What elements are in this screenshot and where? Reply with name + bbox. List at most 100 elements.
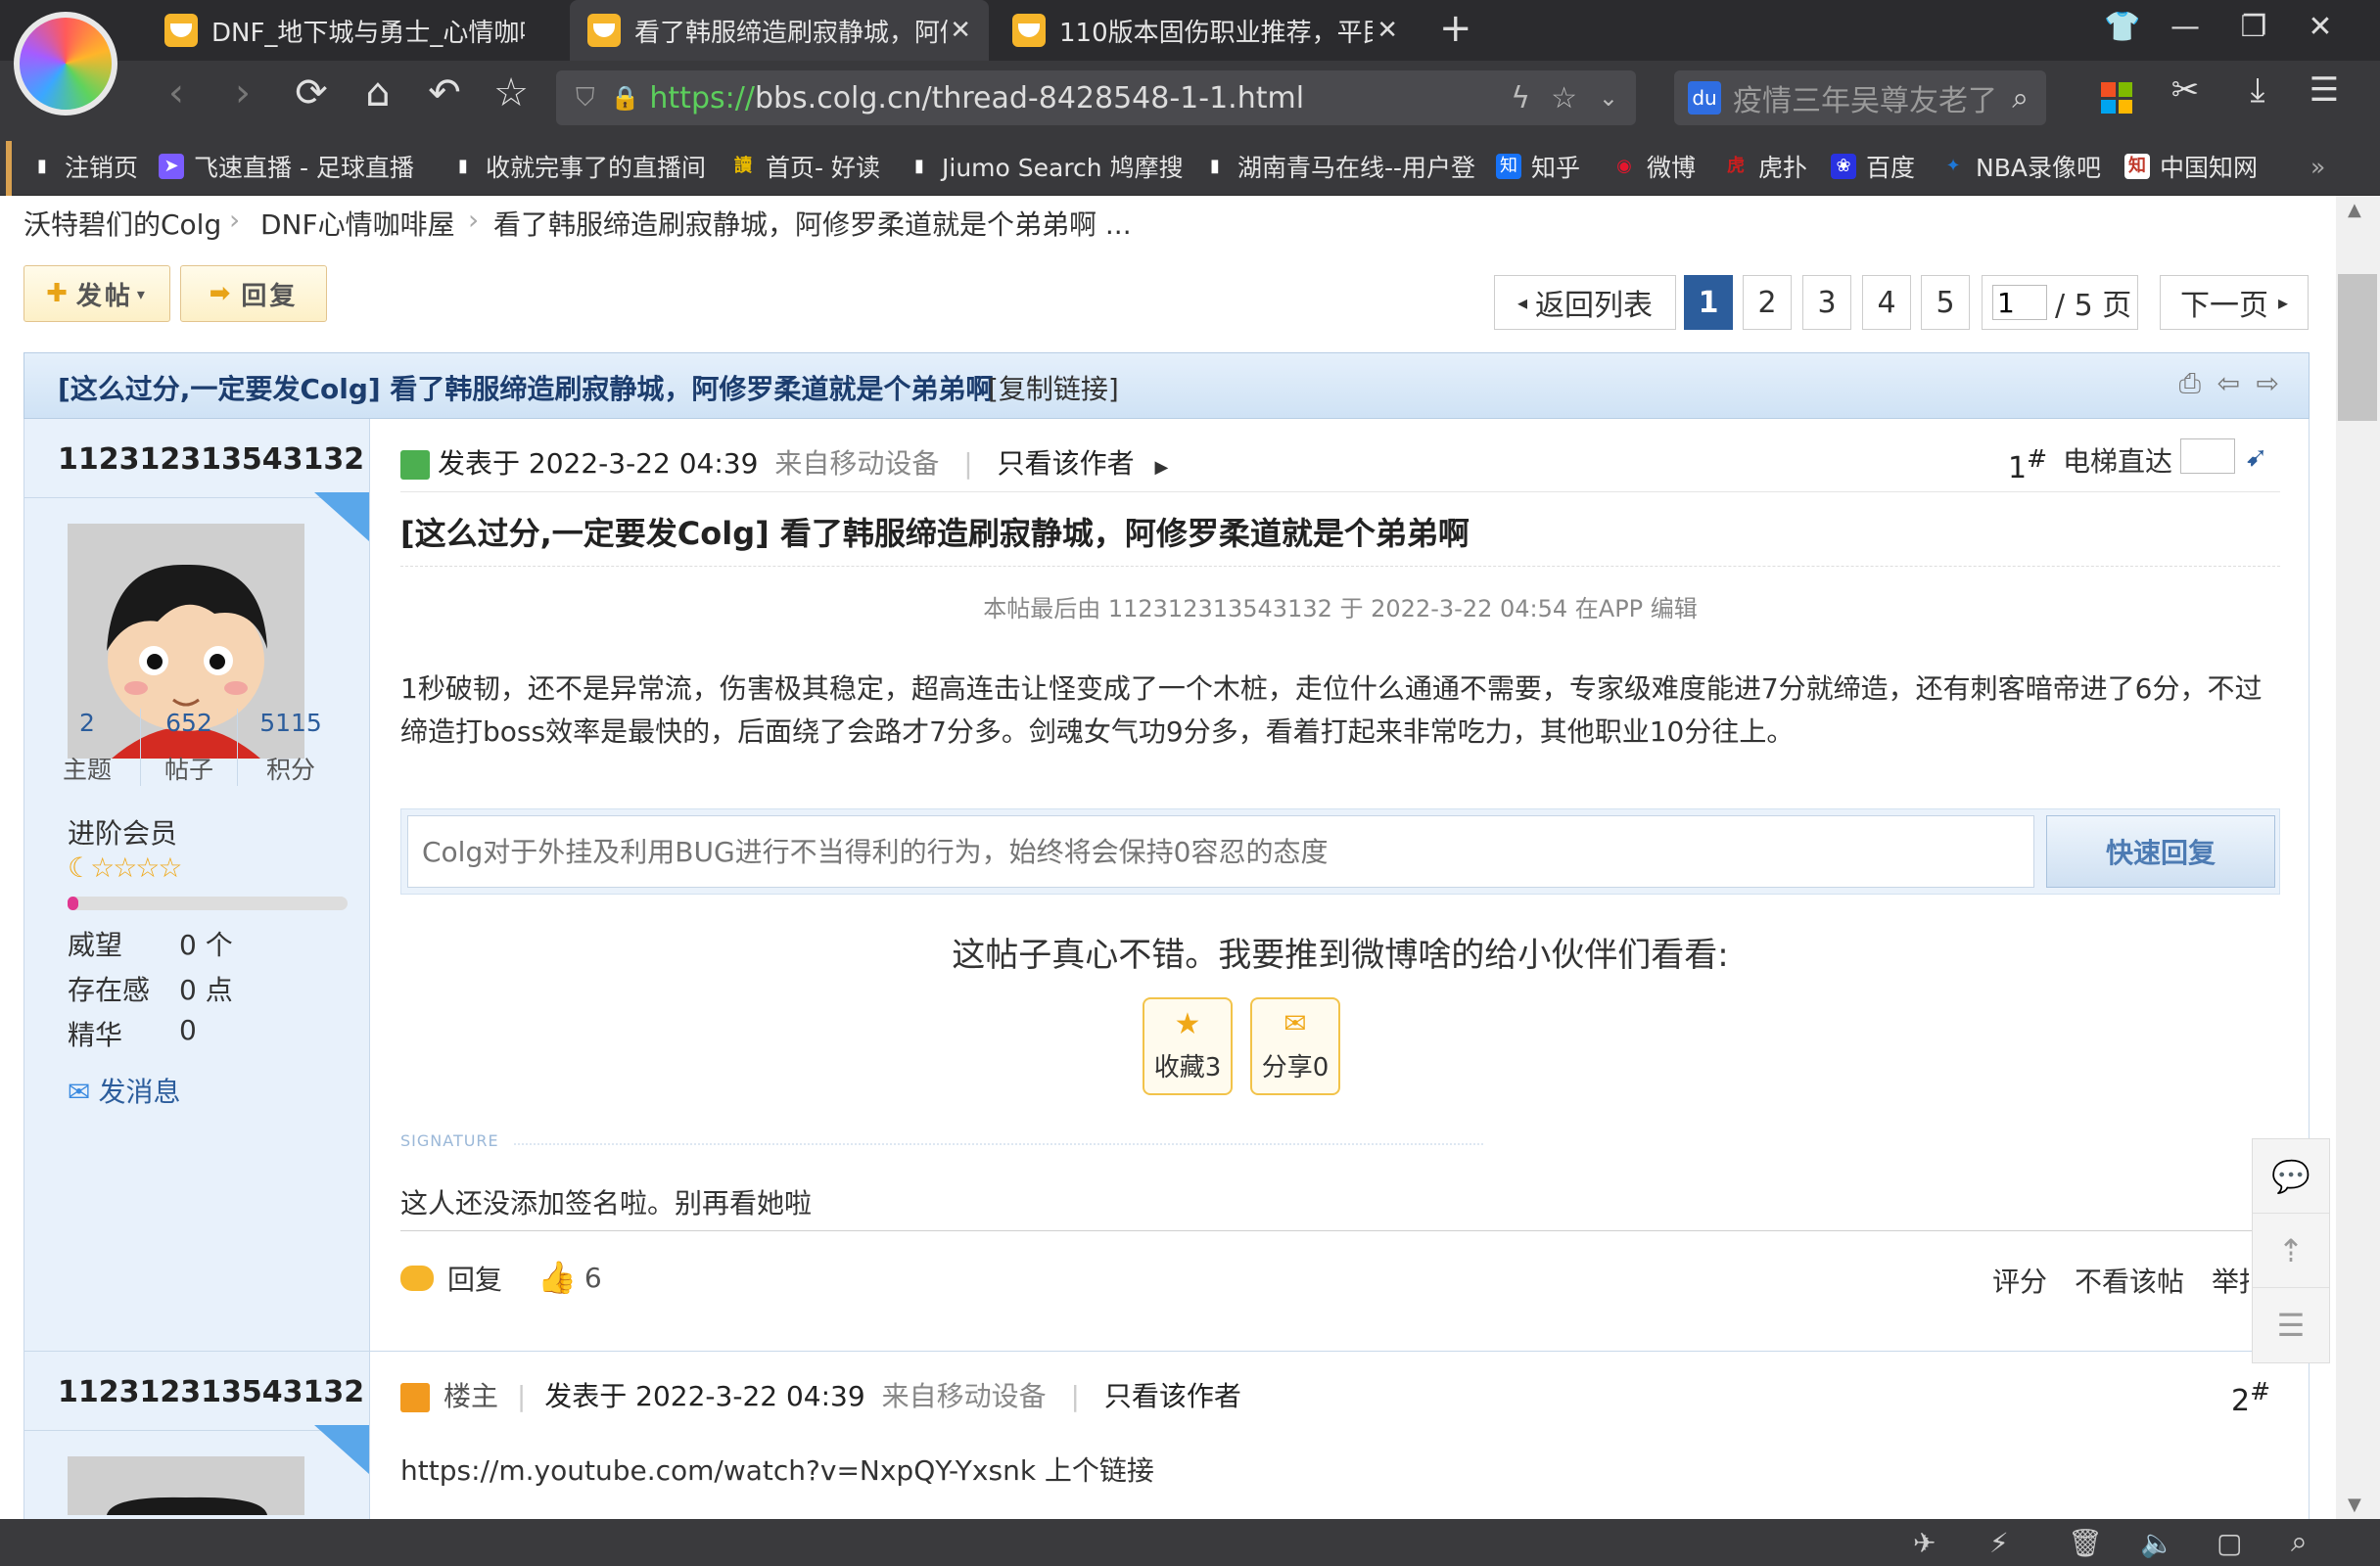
- author-username[interactable]: 112312313543132: [58, 1375, 364, 1409]
- close-tab-icon[interactable]: ✕: [950, 16, 971, 45]
- field-value: 0 个: [179, 929, 233, 961]
- page-5-button[interactable]: 5: [1921, 275, 1970, 330]
- speedup-icon[interactable]: ⚡: [1989, 1527, 2009, 1559]
- skin-icon[interactable]: 👕: [2101, 10, 2144, 44]
- tab-current-thread[interactable]: 看了韩服缔造刷寂静城，阿修罗 ✕: [570, 0, 989, 61]
- bookmark-item[interactable]: 知知乎: [1496, 145, 1580, 188]
- next-thread-icon[interactable]: ⇨: [2257, 367, 2279, 399]
- next-page-button[interactable]: 下一页 ▸: [2160, 275, 2309, 330]
- print-icon[interactable]: ⎙: [2179, 367, 2201, 400]
- page-4-button[interactable]: 4: [1862, 275, 1911, 330]
- volume-icon[interactable]: 🔈: [2140, 1527, 2174, 1559]
- bookmark-item[interactable]: 讀首页- 好读: [730, 145, 880, 188]
- tab-title: DNF_地下城与勇士_心情咖啡屋: [211, 18, 525, 48]
- new-tab-button[interactable]: +: [1439, 6, 1472, 51]
- quick-reply-button[interactable]: 快速回复: [2046, 815, 2275, 888]
- hide-post-link[interactable]: 不看该帖: [2075, 1261, 2184, 1300]
- floor-number[interactable]: 2#: [2231, 1377, 2270, 1418]
- bookmark-item[interactable]: ➤ 飞速直播 - 足球直播: [159, 145, 414, 188]
- prev-thread-icon[interactable]: ⇦: [2217, 367, 2240, 399]
- copy-link[interactable]: [复制链接]: [988, 368, 1119, 407]
- breadcrumb-forum[interactable]: DNF心情咖啡屋: [260, 204, 455, 243]
- zhihu-icon: 知: [1496, 154, 1521, 179]
- page-1-button[interactable]: 1: [1684, 275, 1733, 330]
- avatar[interactable]: [68, 1456, 304, 1515]
- address-bar[interactable]: ⛉ 🔒 https:// bbs.colg.cn/thread-8428548-…: [556, 70, 1636, 125]
- close-tab-icon[interactable]: ✕: [1377, 16, 1398, 45]
- list-icon[interactable]: ☰: [2253, 1288, 2329, 1362]
- back-icon[interactable]: ‹: [151, 70, 202, 115]
- stat-posts[interactable]: 652 帖子: [140, 709, 238, 786]
- scroll-up-icon[interactable]: ▲: [2348, 200, 2361, 220]
- window-icon[interactable]: ▢: [2217, 1527, 2242, 1559]
- apps-grid-icon[interactable]: [2101, 82, 2132, 114]
- bookmark-item[interactable]: 知中国知网: [2124, 145, 2258, 188]
- menu-icon[interactable]: ☰: [2299, 70, 2350, 110]
- bookmark-item[interactable]: ◉ 微博: [1611, 145, 1696, 188]
- minimize-icon[interactable]: —: [2164, 10, 2207, 44]
- stat-threads[interactable]: 2 主题: [38, 709, 136, 786]
- author-username[interactable]: 112312313543132: [58, 442, 364, 477]
- home-icon[interactable]: ⌂: [352, 70, 403, 115]
- arrow-right-icon: ➡: [209, 279, 234, 308]
- back-to-top-icon[interactable]: ⇡: [2253, 1214, 2329, 1288]
- report-link[interactable]: 举报: [2212, 1261, 2249, 1300]
- comment-bubble-icon[interactable]: 💬: [2253, 1139, 2329, 1214]
- bookmark-item[interactable]: ▮ Jiumo Search 鸠摩搜: [907, 145, 1184, 188]
- quick-reply-area: 快速回复: [400, 808, 2280, 895]
- bookmarks-more[interactable]: »: [2310, 145, 2325, 188]
- zoom-search-icon[interactable]: ⌕: [2291, 1525, 2308, 1559]
- breadcrumb-colg[interactable]: 沃特碧们的Colg: [23, 204, 221, 243]
- favorite-star-icon[interactable]: ☆: [1551, 81, 1577, 115]
- bookmark-item[interactable]: ▮ 收就完事了的直播间: [450, 145, 706, 188]
- chevron-down-icon[interactable]: ⌄: [1599, 84, 1618, 112]
- reload-icon[interactable]: ⟳: [286, 70, 337, 115]
- search-icon[interactable]: ⌕: [2012, 81, 2029, 115]
- member-rank[interactable]: 进阶会员: [68, 812, 177, 852]
- close-window-icon[interactable]: ✕: [2299, 10, 2342, 44]
- reply-action[interactable]: 回复: [400, 1259, 502, 1298]
- trash-icon[interactable]: 🗑: [2068, 1527, 2103, 1559]
- undo-close-icon[interactable]: ↶: [419, 70, 470, 115]
- bookmark-item[interactable]: ✦ NBA录像吧: [1940, 145, 2101, 188]
- screenshot-scissors-icon[interactable]: ✂: [2160, 70, 2211, 110]
- scroll-down-icon[interactable]: ▼: [2348, 1495, 2361, 1515]
- page-3-button[interactable]: 3: [1802, 275, 1851, 330]
- bookmark-item[interactable]: ▮ 湖南青马在线--用户登: [1202, 145, 1475, 188]
- favorite-button[interactable]: ★ 收藏3: [1143, 997, 1233, 1095]
- tab-dnf-cafe[interactable]: DNF_地下城与勇士_心情咖啡屋: [147, 0, 563, 61]
- book-icon: 讀: [734, 156, 752, 176]
- bookmark-item[interactable]: ❀ 百度: [1831, 145, 1915, 188]
- page-jump: / 5 页: [1982, 275, 2138, 330]
- elevator-input[interactable]: [2180, 438, 2235, 474]
- bookmark-star-icon[interactable]: ☆: [486, 70, 537, 115]
- floor-number[interactable]: 1#: [2008, 444, 2047, 485]
- search-box[interactable]: du 疫情三年吴尊友老了 ⌕: [1674, 70, 2046, 125]
- only-author-link[interactable]: 只看该作者: [1104, 1380, 1241, 1412]
- like-action[interactable]: 👍 6: [537, 1259, 602, 1296]
- new-post-button[interactable]: ✚ 发帖 ▾: [23, 265, 170, 322]
- page-jump-input[interactable]: [1992, 285, 2047, 320]
- elevator-go-icon[interactable]: ➹: [2245, 440, 2267, 473]
- lightning-icon[interactable]: ϟ: [1511, 81, 1530, 115]
- quick-reply-input[interactable]: [407, 815, 2034, 888]
- search-input[interactable]: 疫情三年吴尊友老了: [1733, 76, 1997, 119]
- scrollbar-thumb[interactable]: [2338, 274, 2377, 421]
- forward-icon[interactable]: ›: [217, 70, 268, 115]
- restore-icon[interactable]: ❐: [2232, 10, 2275, 44]
- stat-points[interactable]: 5115 积分: [242, 709, 340, 786]
- bookmark-item[interactable]: ▮ 注销页: [29, 145, 138, 188]
- tab-110-version[interactable]: 110版本固伤职业推荐，平民玩家 ✕: [995, 0, 1416, 61]
- browser-logo-icon[interactable]: [14, 12, 117, 115]
- back-to-list-button[interactable]: ◂ 返回列表: [1494, 275, 1676, 330]
- only-author-link[interactable]: 只看该作者: [998, 447, 1135, 480]
- share-button[interactable]: ✉ 分享0: [1250, 997, 1340, 1095]
- rate-link[interactable]: 评分: [1992, 1261, 2047, 1300]
- page-2-button[interactable]: 2: [1743, 275, 1792, 330]
- sidebar-handle[interactable]: [6, 141, 12, 204]
- accelerate-icon[interactable]: ✈: [1913, 1527, 1936, 1559]
- send-message-link[interactable]: ✉ 发消息: [68, 1071, 180, 1110]
- bookmark-item[interactable]: 虎虎扑: [1723, 145, 1807, 188]
- download-icon[interactable]: ⤓: [2232, 70, 2283, 110]
- reply-button[interactable]: ➡ 回复: [180, 265, 327, 322]
